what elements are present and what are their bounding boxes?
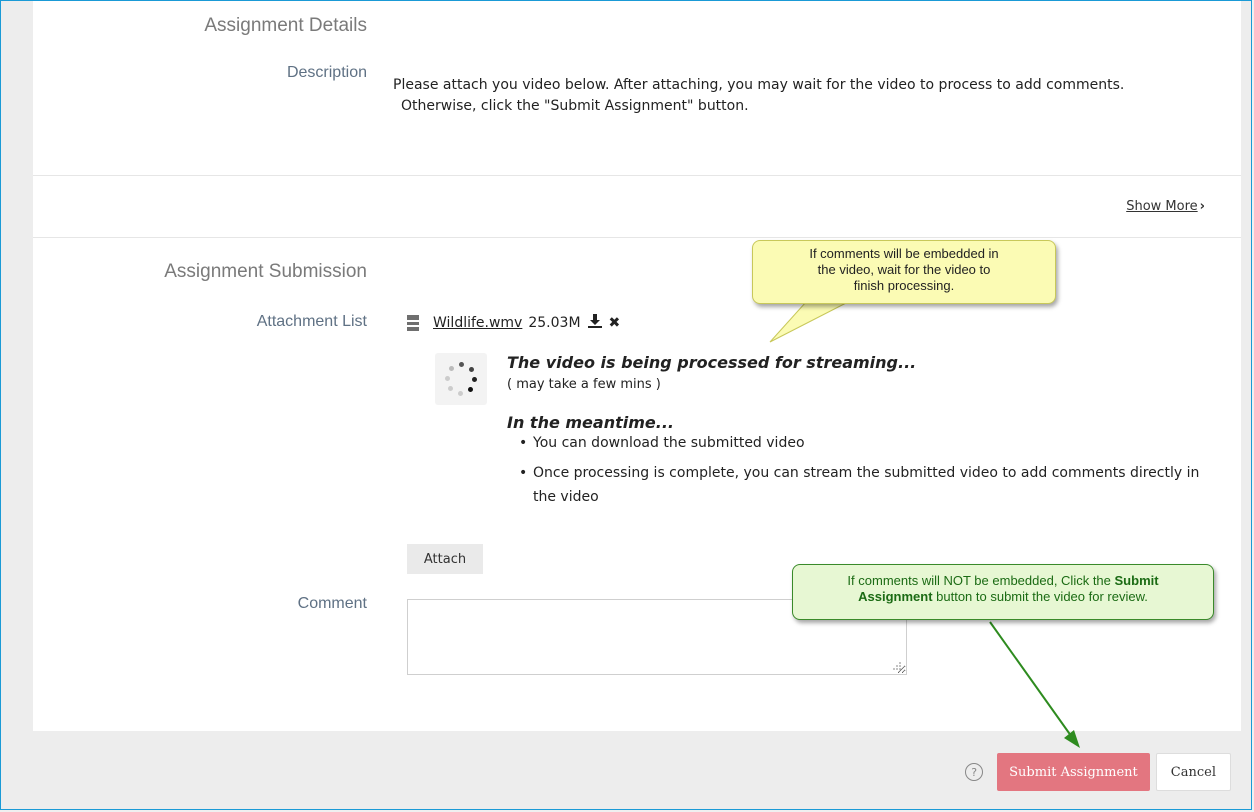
show-more-link[interactable]: Show More › xyxy=(1126,199,1205,214)
description-line-2: Otherwise, click the "Submit Assignment"… xyxy=(401,98,749,114)
yellow-callout-line-3: finish processing. xyxy=(853,278,955,293)
download-icon[interactable] xyxy=(587,313,603,333)
yellow-callout-line-2: the video, wait for the video to xyxy=(817,262,991,277)
description-line-1: Please attach you video below. After att… xyxy=(393,77,1125,93)
description-label: Description xyxy=(286,64,367,81)
meantime-list: You can download the submitted video Onc… xyxy=(519,431,1219,515)
footer-actions: ? Submit Assignment Cancel xyxy=(965,753,1231,791)
list-item: Once processing is complete, you can str… xyxy=(519,461,1219,509)
divider xyxy=(33,175,1241,176)
assignment-submission-heading: Assignment Submission xyxy=(164,261,367,282)
assignment-details-heading: Assignment Details xyxy=(204,15,367,36)
attach-button[interactable]: Attach xyxy=(407,544,483,574)
divider xyxy=(33,237,1241,238)
meantime-heading: In the meantime... xyxy=(507,413,674,432)
submit-assignment-button[interactable]: Submit Assignment xyxy=(997,753,1150,791)
list-item: You can download the submitted video xyxy=(519,431,1219,455)
comment-label: Comment xyxy=(297,595,367,612)
spinner-icon xyxy=(435,353,487,405)
cancel-button[interactable]: Cancel xyxy=(1155,753,1231,791)
processing-heading: The video is being processed for streami… xyxy=(507,353,917,372)
green-callout: If comments will NOT be embedded, Click … xyxy=(792,564,1214,620)
processing-subtext: ( may take a few mins ) xyxy=(507,377,661,392)
window-frame: Assignment Details Description Please at… xyxy=(0,0,1252,810)
resize-grip-icon[interactable] xyxy=(892,661,902,671)
film-icon xyxy=(407,315,419,331)
chevron-right-icon: › xyxy=(1199,199,1205,214)
attachment-list-label: Attachment List xyxy=(256,313,367,330)
green-callout-bold-1: Submit xyxy=(1114,573,1159,588)
attachment-row: Wildlife.wmv 25.03M ✖ xyxy=(407,313,620,333)
description-text: Please attach you video below. After att… xyxy=(393,75,1213,117)
attachment-file-size: 25.03M xyxy=(528,315,581,331)
green-callout-bold-2: Assignment xyxy=(858,589,933,604)
green-callout-post: button to submit the video for review. xyxy=(932,589,1148,604)
green-callout-pre: If comments will NOT be embedded, Click … xyxy=(847,573,1115,588)
yellow-callout-line-1: If comments will be embedded in xyxy=(809,246,999,261)
content-panel: Assignment Details Description Please at… xyxy=(33,1,1241,731)
show-more-label: Show More xyxy=(1126,199,1198,214)
attachment-file-link[interactable]: Wildlife.wmv xyxy=(433,315,522,331)
yellow-callout: If comments will be embedded in the vide… xyxy=(752,240,1056,304)
help-icon[interactable]: ? xyxy=(965,763,984,781)
remove-icon[interactable]: ✖ xyxy=(609,315,621,331)
